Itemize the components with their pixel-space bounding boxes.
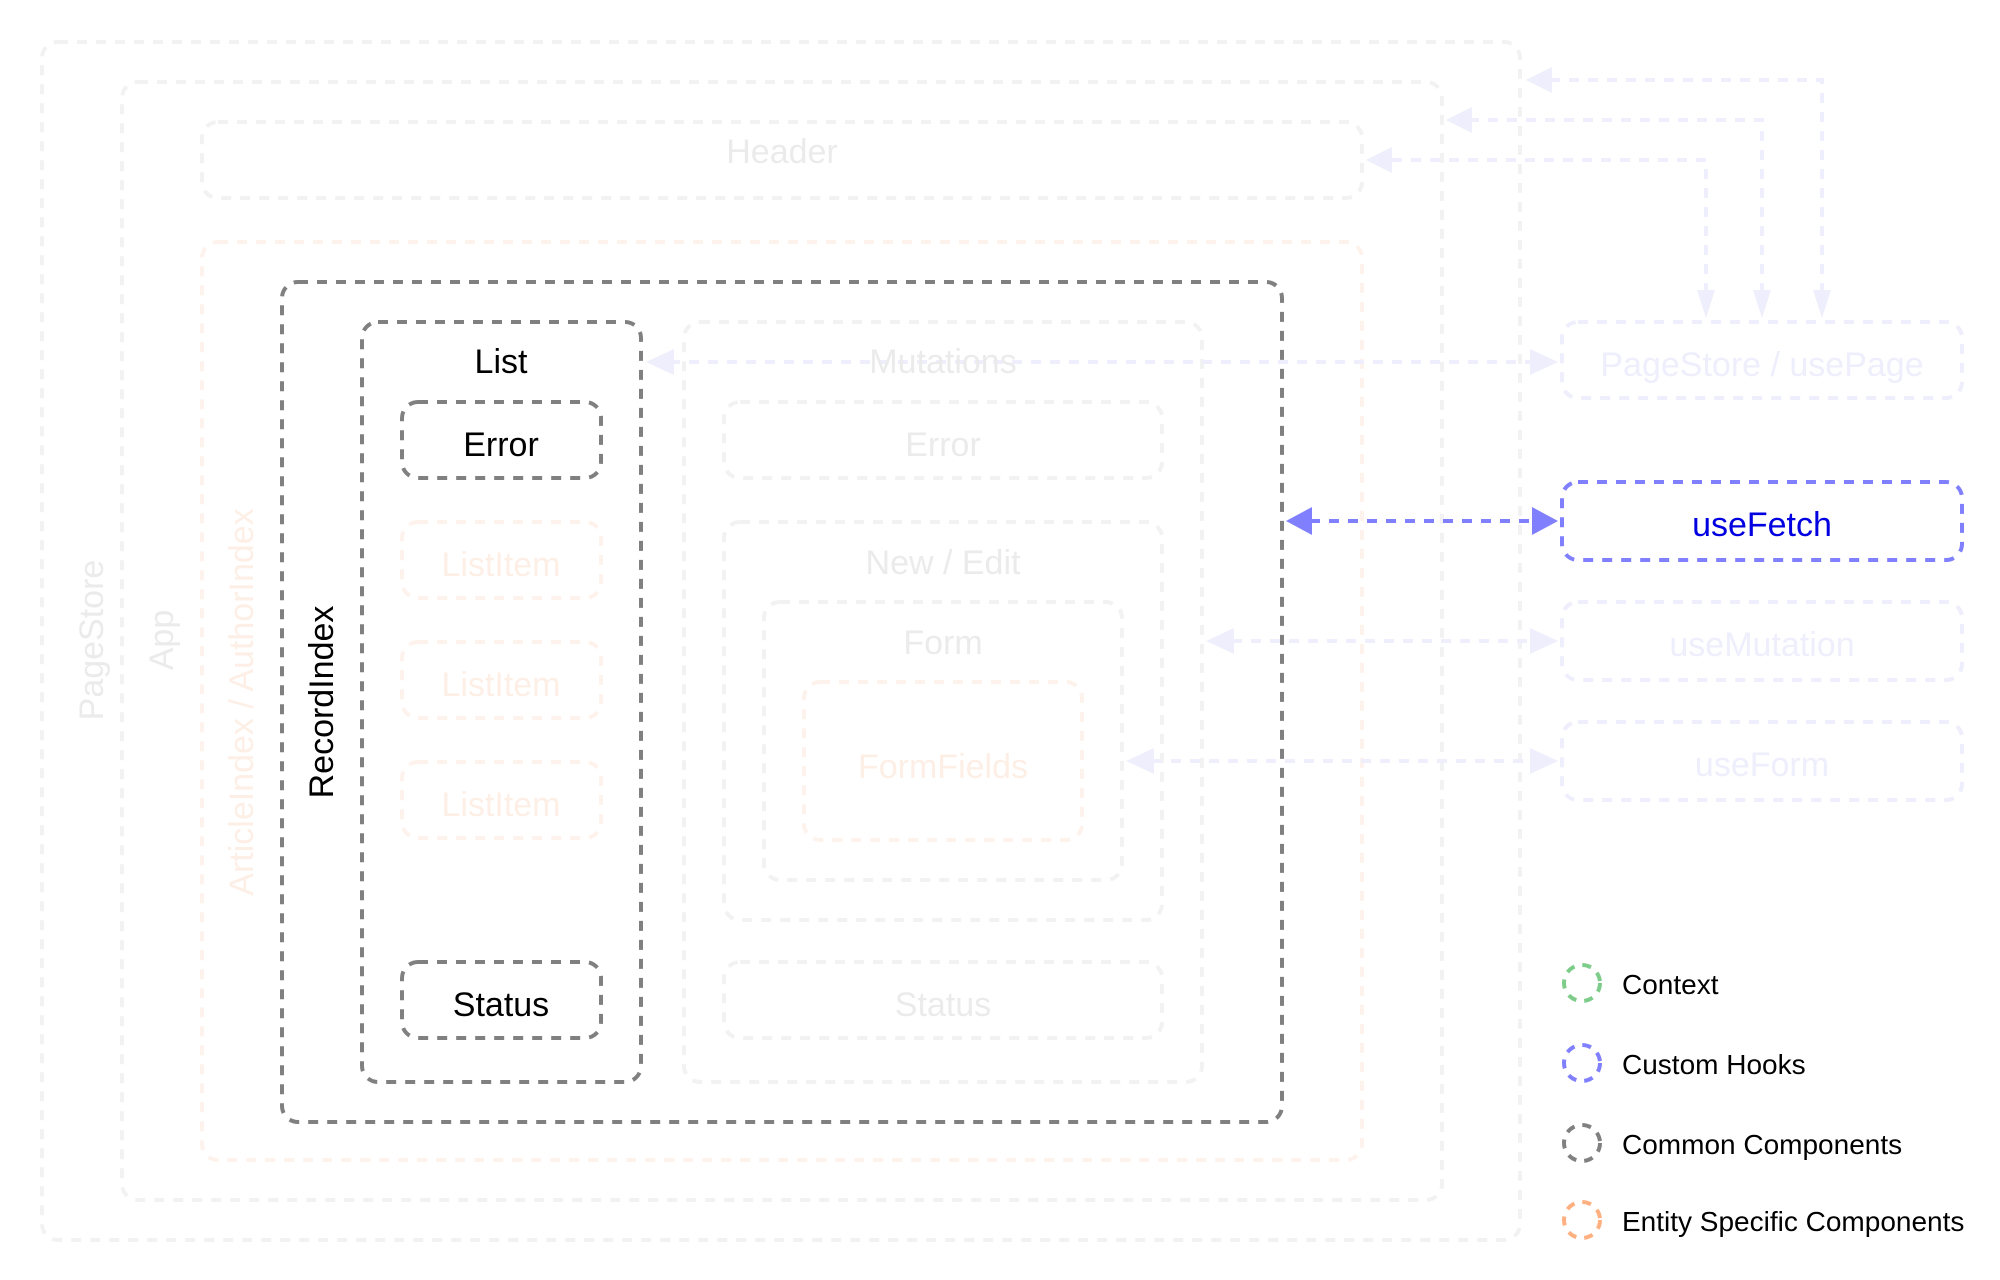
- new-edit-label: New / Edit: [866, 544, 1021, 582]
- arrowhead-down-icon: [1753, 290, 1771, 318]
- list-item-label: ListItem: [441, 546, 560, 584]
- list-error-label: Error: [463, 426, 539, 464]
- list-item-label: ListItem: [441, 786, 560, 824]
- arrowhead-left-icon: [1446, 107, 1472, 133]
- legend-common-components-icon: [1562, 1123, 1602, 1163]
- header-label: Header: [726, 133, 838, 171]
- legend-custom-hooks-icon: [1562, 1043, 1602, 1083]
- list-title: List: [475, 343, 528, 381]
- entity-index-box: [200, 240, 1364, 1162]
- list-status-label: Status: [453, 986, 549, 1024]
- mutations-error-label: Error: [905, 426, 981, 464]
- legend-context-icon: [1562, 963, 1602, 1003]
- record-index-label: RecordIndex: [303, 606, 341, 799]
- arrowhead-right-icon: [1530, 748, 1558, 774]
- arrowhead-left-icon: [646, 349, 674, 375]
- mutations-title: Mutations: [869, 343, 1016, 381]
- legend-common-components-label: Common Components: [1622, 1129, 1902, 1160]
- list-item-label: ListItem: [441, 666, 560, 704]
- entity-index-label: ArticleIndex / AuthorIndex: [223, 508, 261, 895]
- form-fields-label: FormFields: [858, 748, 1028, 786]
- form-label: Form: [903, 624, 982, 662]
- connector-app: [1466, 118, 1764, 312]
- use-fetch-label: useFetch: [1692, 506, 1832, 544]
- arrowhead-left-icon: [1126, 748, 1154, 774]
- arrowhead-down-icon: [1813, 290, 1831, 318]
- arrowhead-left-icon: [1366, 147, 1392, 173]
- arrowhead-left-icon: [1286, 507, 1312, 535]
- arrowhead-right-icon: [1530, 628, 1558, 654]
- page-store-label: PageStore: [73, 560, 111, 721]
- connector-pagestore-context: [1545, 78, 1824, 312]
- arrowhead-left-icon: [1526, 67, 1552, 93]
- page-store-use-page-label: PageStore / usePage: [1600, 346, 1923, 384]
- arrowhead-down-icon: [1697, 290, 1715, 318]
- connector-header: [1386, 158, 1708, 312]
- architecture-diagram: PageStore App ArticleIndex / AuthorIndex…: [40, 40, 1964, 1242]
- app-label: App: [143, 610, 181, 671]
- use-form-label: useForm: [1695, 746, 1829, 784]
- legend: Context Custom Hooks Common Components E…: [1562, 963, 1964, 1240]
- legend-context-label: Context: [1622, 969, 1719, 1000]
- legend-entity-specific-icon: [1562, 1200, 1602, 1240]
- arrowhead-left-icon: [1206, 628, 1234, 654]
- record-index-box: [280, 280, 1284, 1124]
- mutations-status-label: Status: [895, 986, 991, 1024]
- legend-entity-specific-label: Entity Specific Components: [1622, 1206, 1964, 1237]
- legend-custom-hooks-label: Custom Hooks: [1622, 1049, 1806, 1080]
- arrowhead-right-icon: [1530, 349, 1558, 375]
- arrowhead-right-icon: [1532, 507, 1558, 535]
- use-mutation-label: useMutation: [1669, 626, 1854, 664]
